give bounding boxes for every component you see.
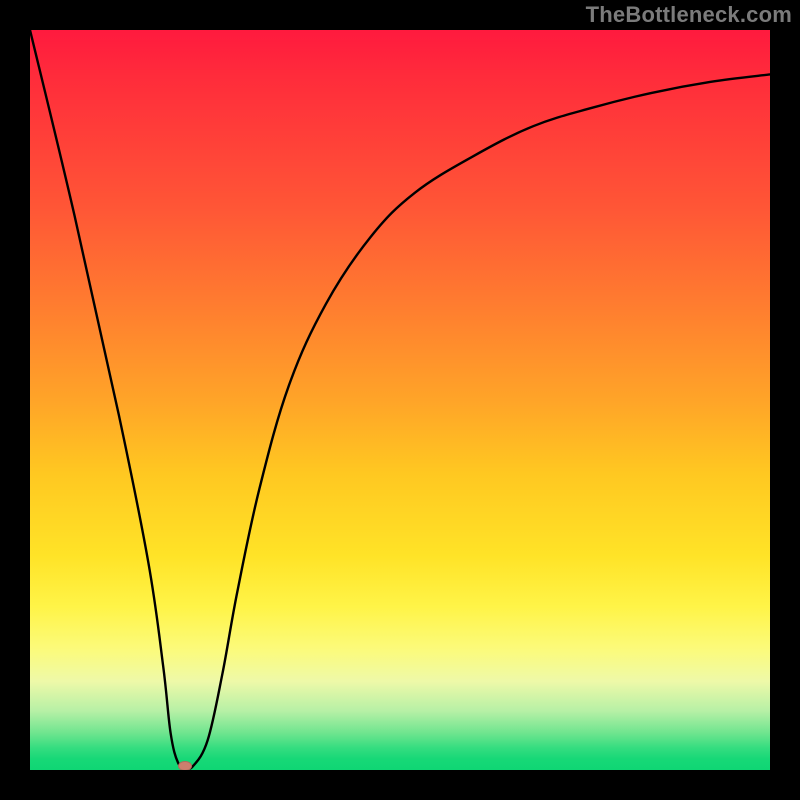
bottleneck-curve	[30, 30, 770, 769]
watermark-label: TheBottleneck.com	[586, 2, 792, 28]
curve-layer	[30, 30, 770, 770]
optimal-point-marker	[178, 761, 192, 770]
plot-area	[30, 30, 770, 770]
chart-frame: TheBottleneck.com	[0, 0, 800, 800]
